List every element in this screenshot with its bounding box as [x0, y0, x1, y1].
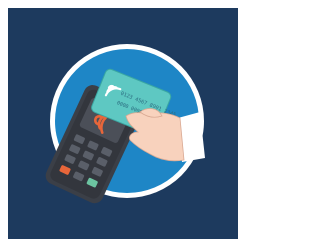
image-frame: 0123 4567 8901 2345 0000 0000	[0, 0, 246, 247]
contactless-payment-illustration: 0123 4567 8901 2345 0000 0000	[45, 44, 205, 204]
